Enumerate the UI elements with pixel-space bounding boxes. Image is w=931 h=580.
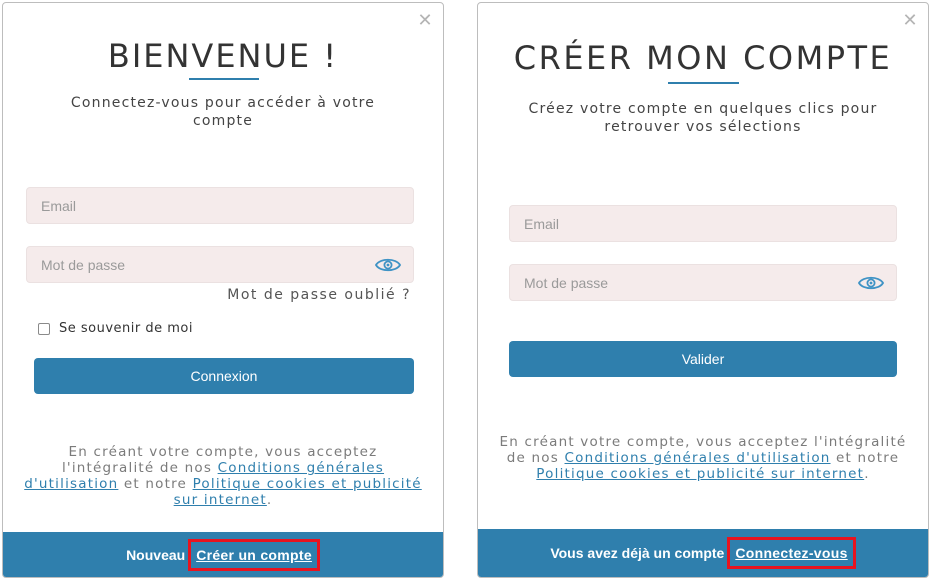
- valider-button[interactable]: Valider: [509, 341, 897, 377]
- email-input[interactable]: [524, 215, 882, 232]
- footer-text: Vous avez déjà un compte: [550, 545, 725, 561]
- remember-me: Se souvenir de moi: [38, 321, 193, 336]
- eye-icon[interactable]: [858, 274, 884, 292]
- eye-icon[interactable]: [375, 256, 401, 274]
- forgot-password-link[interactable]: Mot de passe oublié ?: [227, 287, 411, 303]
- title-underline: [668, 82, 739, 84]
- legal-suffix: .: [266, 492, 273, 508]
- login-footer: Nouveau Créer un compte: [3, 532, 443, 577]
- legal-middle: et notre: [836, 450, 900, 466]
- signup-modal: ✕ CRÉER MON COMPTE Créez votre compte en…: [477, 2, 929, 578]
- login-modal: ✕ BIENVENUE ! Connectez-vous pour accéde…: [2, 2, 444, 578]
- signup-footer: Vous avez déjà un compte Connectez-vous: [478, 529, 928, 577]
- email-input[interactable]: [41, 197, 399, 214]
- legal-text: En créant votre compte, vous acceptez l'…: [23, 444, 423, 508]
- connect-link[interactable]: Connectez-vous: [727, 537, 856, 569]
- remember-me-label[interactable]: Se souvenir de moi: [59, 321, 193, 336]
- remember-me-checkbox[interactable]: [38, 322, 50, 335]
- close-icon[interactable]: ✕: [902, 12, 918, 30]
- footer-text: Nouveau: [126, 546, 186, 563]
- privacy-link[interactable]: Politique cookies et publicité sur inter…: [174, 476, 422, 508]
- signup-title: CRÉER MON COMPTE: [513, 39, 893, 77]
- create-account-link[interactable]: Créer un compte: [188, 538, 320, 571]
- legal-suffix: .: [864, 466, 870, 482]
- title-underline: [189, 78, 259, 80]
- close-icon[interactable]: ✕: [417, 12, 433, 30]
- login-subtitle: Connectez-vous pour accéder à votre comp…: [70, 95, 376, 129]
- password-input[interactable]: [41, 256, 399, 273]
- email-field[interactable]: [26, 187, 414, 224]
- password-field[interactable]: [26, 246, 414, 283]
- connexion-button[interactable]: Connexion: [34, 358, 414, 394]
- password-input[interactable]: [524, 274, 882, 291]
- privacy-link[interactable]: Politique cookies et publicité sur inter…: [536, 466, 864, 482]
- legal-middle: et notre: [123, 476, 188, 492]
- login-title: BIENVENUE !: [107, 37, 339, 75]
- signup-subtitle: Créez votre compte en quelques clics pou…: [528, 101, 878, 135]
- password-field[interactable]: [509, 264, 897, 301]
- email-field[interactable]: [509, 205, 897, 242]
- legal-text: En créant votre compte, vous acceptez l'…: [498, 434, 908, 482]
- terms-link[interactable]: Conditions générales d'utilisation: [565, 450, 831, 466]
